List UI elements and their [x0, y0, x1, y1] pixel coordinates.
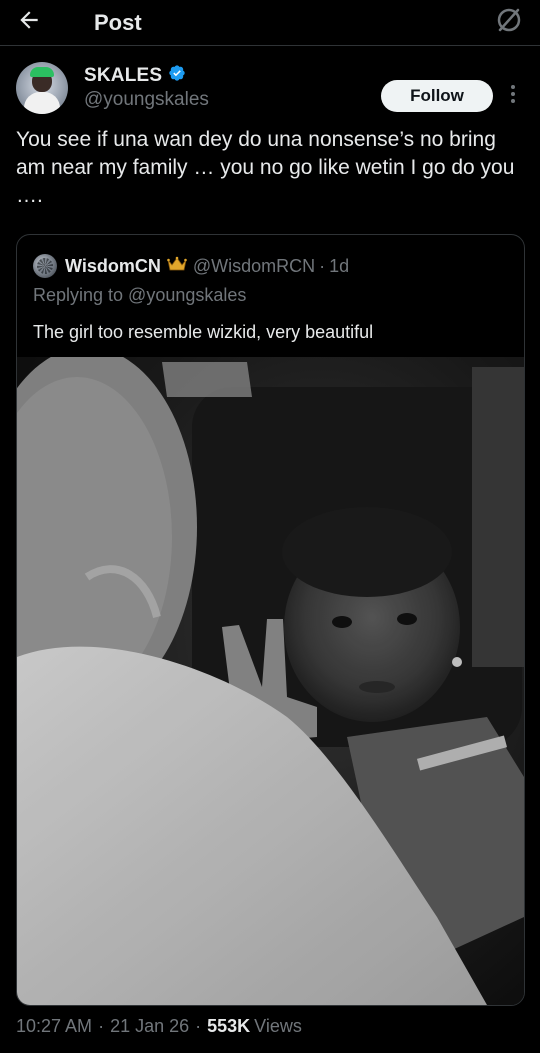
photo-icon [17, 357, 524, 1005]
quoted-post-photo[interactable] [17, 357, 524, 1005]
back-arrow-icon [16, 7, 42, 38]
author-avatar[interactable] [16, 62, 68, 114]
top-bar: Post [0, 0, 540, 46]
verified-badge-icon [168, 64, 186, 87]
meta-separator-2: · [195, 1016, 202, 1036]
display-name-row: SKALES [84, 64, 209, 87]
quoted-post-header: WisdomCN @WisdomRCN · 1d [17, 235, 524, 281]
replying-to[interactable]: Replying to @youngskales [17, 281, 524, 306]
views-count[interactable]: 553K [207, 1016, 250, 1037]
grok-button[interactable] [494, 8, 524, 38]
tweet-text: You see if una wan dey do una nonsense’s… [16, 128, 515, 207]
separator-dot: · [319, 255, 326, 276]
post-screen: Post SKALES @youngskales Follow You see … [0, 0, 540, 1053]
quoted-author-handle[interactable]: @WisdomRCN [193, 256, 315, 277]
crown-icon [167, 256, 187, 277]
more-options-button[interactable] [505, 84, 521, 108]
meta-separator-1: · [98, 1016, 105, 1036]
follow-button[interactable]: Follow [381, 80, 493, 112]
quoted-post-text: The girl too resemble wizkid, very beaut… [33, 322, 374, 342]
quoted-post-card[interactable]: WisdomCN @WisdomRCN · 1d Replying to @yo… [16, 234, 525, 1006]
grok-icon [495, 6, 523, 39]
author-display-name[interactable]: SKALES [84, 65, 162, 87]
views-label[interactable]: Views [254, 1016, 302, 1037]
more-vertical-icon [510, 84, 516, 109]
quoted-author-avatar[interactable] [33, 254, 57, 278]
author-names: SKALES @youngskales [84, 64, 209, 111]
author-handle[interactable]: @youngskales [84, 89, 209, 111]
page-title: Post [94, 9, 142, 35]
quoted-post-time[interactable]: 1d [329, 256, 349, 277]
quoted-author-name[interactable]: WisdomCN [65, 256, 161, 277]
post-meta: 10:27 AM · 21 Jan 26 · 553K Views [16, 1016, 302, 1037]
post-date[interactable]: 21 Jan 26 [110, 1016, 189, 1037]
back-button[interactable] [16, 2, 58, 44]
post-time[interactable]: 10:27 AM [16, 1016, 92, 1037]
